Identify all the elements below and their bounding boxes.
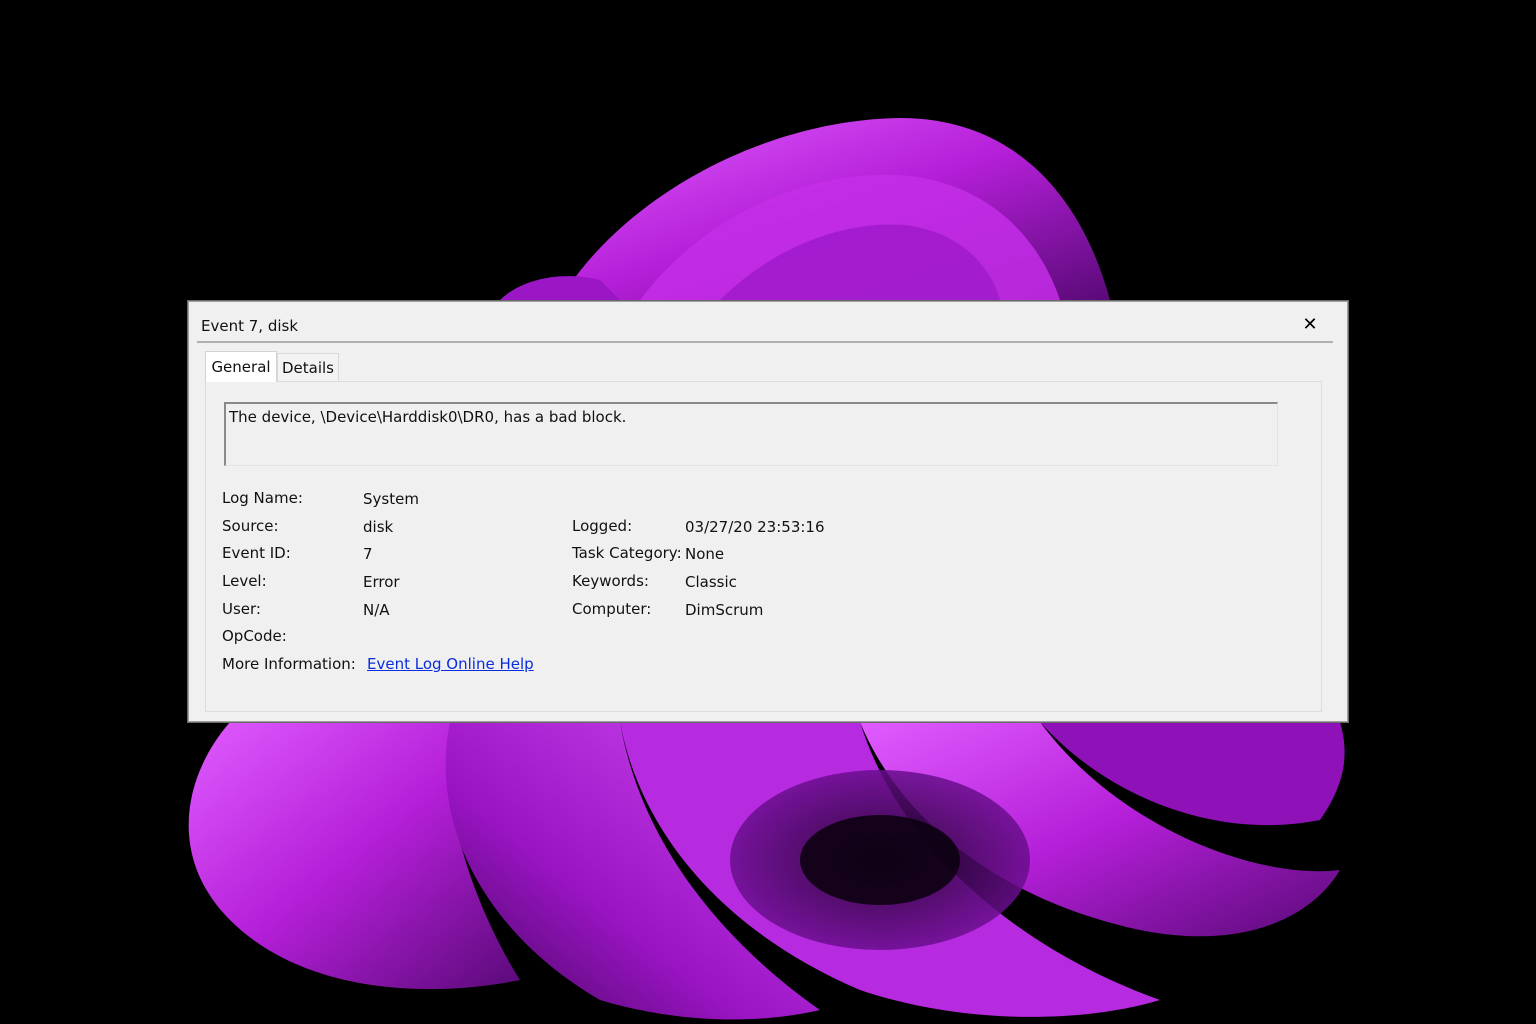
event-id-label: Event ID:: [222, 544, 291, 562]
dialog-title: Event 7, disk: [201, 317, 299, 335]
logged-value: 03/27/20 23:53:16: [685, 518, 825, 536]
computer-label: Computer:: [572, 600, 652, 618]
tab-general[interactable]: General: [205, 351, 277, 382]
opcode-label: OpCode:: [222, 627, 287, 645]
log-name-value: System: [363, 490, 419, 508]
user-label: User:: [222, 600, 261, 618]
logged-label: Logged:: [572, 517, 633, 535]
more-information-label: More Information:: [222, 655, 356, 673]
task-category-label: Task Category:: [572, 544, 682, 562]
event-description-box[interactable]: The device, \Device\Harddisk0\DR0, has a…: [224, 402, 1278, 466]
keywords-value: Classic: [685, 573, 737, 591]
source-value: disk: [363, 518, 394, 536]
event-log-online-help-link[interactable]: Event Log Online Help: [367, 655, 534, 673]
computer-value: DimScrum: [685, 601, 764, 619]
user-value: N/A: [363, 601, 390, 619]
task-category-value: None: [685, 545, 725, 563]
desktop: Event 7, disk ✕ General Details The devi…: [0, 0, 1536, 1024]
tab-details[interactable]: Details: [277, 353, 339, 381]
title-separator: [197, 341, 1333, 343]
level-label: Level:: [222, 572, 267, 590]
close-icon: ✕: [1302, 314, 1318, 335]
log-name-label: Log Name:: [222, 489, 303, 507]
title-bar[interactable]: Event 7, disk ✕: [189, 302, 1347, 342]
event-id-value: 7: [363, 545, 373, 563]
general-tab-panel: The device, \Device\Harddisk0\DR0, has a…: [205, 381, 1322, 712]
keywords-label: Keywords:: [572, 572, 649, 590]
event-properties-dialog: Event 7, disk ✕ General Details The devi…: [188, 301, 1348, 722]
source-label: Source:: [222, 517, 279, 535]
close-button[interactable]: ✕: [1299, 314, 1321, 336]
level-value: Error: [363, 573, 400, 591]
